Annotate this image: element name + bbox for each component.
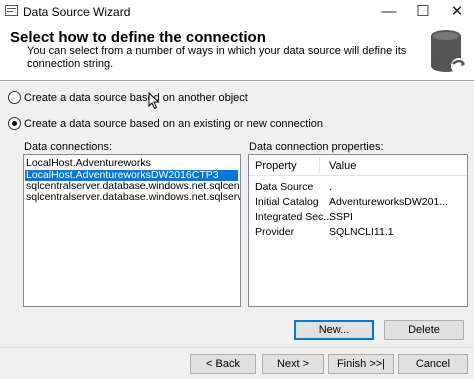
window-title: Data Source Wizard	[23, 5, 131, 19]
cancel-button[interactable]: Cancel	[398, 354, 468, 374]
properties-header: Property Value	[249, 155, 467, 176]
delete-button[interactable]: Delete	[384, 320, 464, 340]
radio-another-object[interactable]	[8, 91, 21, 104]
property-value: AdventureworksDW201...	[329, 196, 449, 208]
property-value: .	[329, 181, 332, 193]
next-button[interactable]: Next >	[262, 354, 324, 374]
wizard-header: Select how to define the connection You …	[0, 24, 474, 80]
radio-existing-or-new[interactable]	[8, 117, 21, 130]
radio-selected-dot	[12, 121, 17, 126]
data-connections-label: Data connections:	[24, 141, 113, 153]
property-value: SQLNCLI11.1	[329, 226, 394, 238]
minimize-button[interactable]: —	[372, 0, 406, 24]
column-header-property: Property	[255, 160, 297, 172]
title-bar: Data Source Wizard — ☐ ✕	[0, 0, 474, 24]
finish-button[interactable]: Finish >>|	[328, 354, 394, 374]
list-item[interactable]: LocalHost.Adventureworks	[25, 158, 151, 169]
property-name: Initial Catalog	[255, 196, 319, 208]
app-icon	[5, 5, 18, 16]
column-header-value: Value	[329, 160, 357, 172]
radio-another-object-label[interactable]: Create a data source based on another ob…	[24, 92, 248, 104]
radio-existing-or-new-label[interactable]: Create a data source based on an existin…	[24, 118, 323, 130]
column-divider	[319, 157, 320, 173]
close-button[interactable]: ✕	[440, 0, 474, 24]
properties-grid: Property Value Data Source . Initial Cat…	[248, 154, 468, 307]
page-title: Select how to define the connection	[10, 29, 266, 46]
property-name: Data Source	[255, 181, 314, 193]
database-icon	[431, 30, 467, 74]
data-connection-properties-label: Data connection properties:	[249, 141, 384, 153]
property-name: Integrated Sec...	[255, 211, 333, 223]
page-description: You can select from a number of ways in …	[27, 45, 407, 70]
property-name: Provider	[255, 226, 295, 238]
property-value: SSPI	[329, 211, 353, 223]
new-button[interactable]: New...	[294, 320, 374, 340]
maximize-button[interactable]: ☐	[406, 0, 440, 24]
back-button[interactable]: < Back	[190, 354, 256, 374]
list-item[interactable]: sqlcentralserver.database.windows.net.sq…	[25, 192, 240, 203]
mouse-cursor-icon	[148, 92, 160, 110]
data-connections-list[interactable]: LocalHost.Adventureworks LocalHost.Adven…	[23, 154, 241, 307]
footer-separator	[0, 347, 474, 348]
